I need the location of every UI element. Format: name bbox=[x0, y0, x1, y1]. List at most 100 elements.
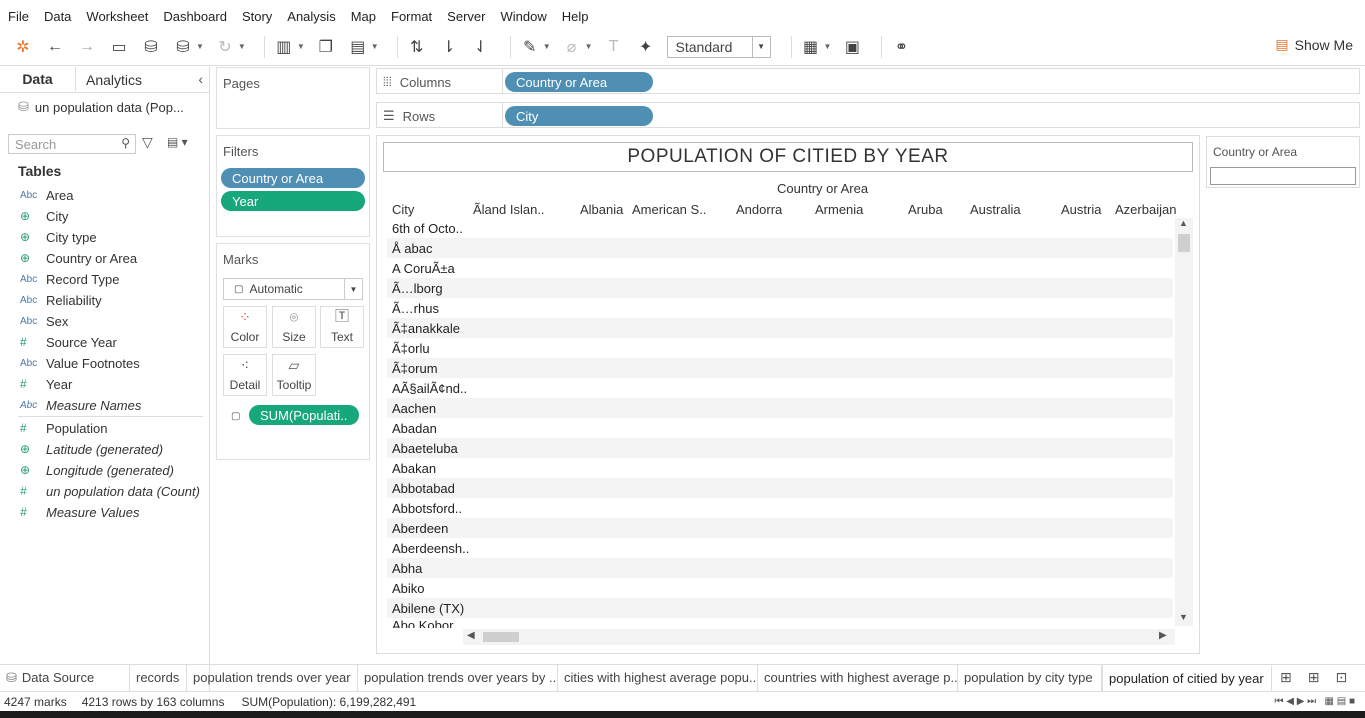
field-item[interactable]: Abc Measure Names bbox=[20, 395, 141, 415]
table-row[interactable]: Abo Kobor bbox=[387, 618, 1173, 628]
table-row[interactable]: Abiko bbox=[387, 578, 1173, 598]
filter-pill-country[interactable]: Country or Area bbox=[221, 168, 365, 188]
field-item[interactable]: ⊕ Longitude (generated) bbox=[20, 460, 174, 480]
menu-item-analysis[interactable]: Analysis bbox=[287, 9, 335, 24]
redo-icon[interactable]: → bbox=[76, 36, 98, 58]
field-item[interactable]: # Source Year bbox=[20, 332, 117, 352]
column-header[interactable]: Australia bbox=[970, 202, 1021, 217]
column-header[interactable]: Ãland Islan.. bbox=[473, 202, 545, 217]
menu-item-dashboard[interactable]: Dashboard bbox=[163, 9, 227, 24]
column-header[interactable]: Aruba bbox=[908, 202, 943, 217]
mark-type-select[interactable]: ▢ Automatic ▼ bbox=[223, 278, 363, 300]
sheet-nav-icons[interactable]: ⏮ ◀ ▶ ⏭ ▦ ▤ ■ bbox=[1274, 696, 1355, 707]
menu-item-file[interactable]: File bbox=[8, 9, 29, 24]
table-row[interactable]: Abbotabad bbox=[387, 478, 1173, 498]
field-item[interactable]: ⊕ City bbox=[20, 206, 68, 226]
columns-shelf[interactable]: ⦙⦙⦙ Columns Country or Area bbox=[376, 68, 1360, 94]
new-story-icon[interactable]: ⊡ bbox=[1335, 669, 1347, 686]
column-header[interactable]: Albania bbox=[580, 202, 623, 217]
tooltip-button[interactable]: ▱ Tooltip bbox=[272, 354, 316, 396]
country-filter-input[interactable] bbox=[1210, 167, 1356, 185]
menu-item-format[interactable]: Format bbox=[391, 9, 432, 24]
rows-shelf[interactable]: ☰ Rows City bbox=[376, 102, 1360, 128]
undo-icon[interactable]: ← bbox=[44, 36, 66, 58]
filter-pill-year[interactable]: Year bbox=[221, 191, 365, 211]
new-datasource-icon[interactable]: ⛁ bbox=[140, 36, 162, 58]
table-row[interactable]: Ã‡orlu bbox=[387, 338, 1173, 358]
size-button[interactable]: ⌾ Size bbox=[272, 306, 316, 348]
tab-population-of-citied[interactable]: population of citied by year bbox=[1102, 664, 1272, 691]
duplicate-sheet-icon[interactable]: ❐ bbox=[315, 36, 337, 58]
table-row[interactable]: Ã‡anakkale bbox=[387, 318, 1173, 338]
refresh-icon[interactable]: ↻ bbox=[214, 36, 236, 58]
menu-item-worksheet[interactable]: Worksheet bbox=[86, 9, 148, 24]
filter-icon[interactable]: ▽ bbox=[142, 134, 153, 151]
tab-data[interactable]: Data bbox=[0, 67, 76, 92]
color-button[interactable]: ⁘ Color bbox=[223, 306, 267, 348]
tab-population-trends-by[interactable]: population trends over years by ... bbox=[358, 664, 558, 691]
scroll-left-icon[interactable]: ◀ bbox=[467, 630, 475, 641]
fit-select[interactable]: Standard ▼ bbox=[666, 35, 771, 58]
column-header[interactable]: Armenia bbox=[815, 202, 863, 217]
new-worksheet-icon[interactable]: ▥ bbox=[273, 36, 295, 58]
search-input[interactable]: Search ⚲ bbox=[8, 134, 136, 154]
save-icon[interactable]: ▭ bbox=[108, 36, 130, 58]
collapse-icon[interactable]: ‹ bbox=[198, 71, 203, 87]
scroll-right-icon[interactable]: ▶ bbox=[1159, 630, 1167, 641]
clear-sheet-icon[interactable]: ▤ bbox=[347, 36, 369, 58]
vertical-scrollbar[interactable]: ▲ ▼ bbox=[1175, 218, 1193, 626]
fix-axes-icon[interactable]: ✦ bbox=[635, 36, 657, 58]
field-item[interactable]: # Measure Values bbox=[20, 502, 139, 522]
table-row[interactable]: Abadan bbox=[387, 418, 1173, 438]
tab-data-source[interactable]: ⛁ Data Source bbox=[0, 664, 130, 691]
column-header[interactable]: Azerbaijan bbox=[1115, 202, 1176, 217]
menu-item-map[interactable]: Map bbox=[351, 9, 376, 24]
view-options-icon[interactable]: ▤ ▾ bbox=[167, 135, 188, 149]
menu-item-story[interactable]: Story bbox=[242, 9, 272, 24]
field-item[interactable]: Abc Record Type bbox=[20, 269, 119, 289]
field-item[interactable]: Abc Area bbox=[20, 185, 73, 205]
filters-card[interactable]: Filters Country or Area Year bbox=[216, 135, 370, 237]
table-row[interactable]: Aberdeen bbox=[387, 518, 1173, 538]
table-row[interactable]: Abilene (TX) bbox=[387, 598, 1173, 618]
new-worksheet-icon[interactable]: ⊞ bbox=[1280, 669, 1292, 686]
datasource-item[interactable]: ⛁ un population data (Pop... bbox=[0, 93, 209, 121]
text-button[interactable]: 🅃 Text bbox=[320, 306, 364, 348]
tab-records[interactable]: records bbox=[130, 664, 187, 691]
table-row[interactable]: AÃ§ailÃ¢nd.. bbox=[387, 378, 1173, 398]
field-item[interactable]: Abc Reliability bbox=[20, 290, 102, 310]
field-item[interactable]: Abc Value Footnotes bbox=[20, 353, 140, 373]
share-icon[interactable]: ⚭ bbox=[890, 36, 912, 58]
field-item[interactable]: ⊕ Country or Area bbox=[20, 248, 137, 268]
table-row[interactable]: Å abac bbox=[387, 238, 1173, 258]
column-header[interactable]: Andorra bbox=[736, 202, 782, 217]
table-row[interactable]: Ã‡orum bbox=[387, 358, 1173, 378]
field-item[interactable]: ⊕ City type bbox=[20, 227, 97, 247]
menu-item-help[interactable]: Help bbox=[562, 9, 589, 24]
table-row[interactable]: Aachen bbox=[387, 398, 1173, 418]
presentation-mode-icon[interactable]: ▣ bbox=[841, 36, 863, 58]
marks-pill-sum-population[interactable]: SUM(Populati.. bbox=[249, 405, 359, 425]
field-item[interactable]: # Year bbox=[20, 374, 72, 394]
pages-card[interactable]: Pages bbox=[216, 67, 370, 129]
show-cards-icon[interactable]: ▦ bbox=[800, 36, 822, 58]
tab-analytics[interactable]: Analytics bbox=[76, 67, 152, 92]
sort-descending-icon[interactable]: ⇃ bbox=[470, 36, 492, 58]
table-row[interactable]: 6th of Octo.. bbox=[387, 218, 1173, 238]
table-row[interactable]: Abha bbox=[387, 558, 1173, 578]
field-item[interactable]: # un population data (Count) bbox=[20, 481, 200, 501]
pause-updates-icon[interactable]: ⛁ bbox=[172, 36, 194, 58]
row-header-city[interactable]: City bbox=[392, 202, 414, 217]
menu-item-window[interactable]: Window bbox=[500, 9, 546, 24]
column-header[interactable]: Austria bbox=[1061, 202, 1101, 217]
tableau-logo-icon[interactable]: ✲ bbox=[12, 36, 34, 58]
scroll-down-icon[interactable]: ▼ bbox=[1179, 612, 1188, 622]
table-row[interactable]: Abbotsford.. bbox=[387, 498, 1173, 518]
field-item[interactable]: Abc Sex bbox=[20, 311, 68, 331]
highlight-icon[interactable]: ✎ bbox=[519, 36, 541, 58]
menu-item-server[interactable]: Server bbox=[447, 9, 485, 24]
table-row[interactable]: A CoruÃ±a bbox=[387, 258, 1173, 278]
tab-cities-highest-avg[interactable]: cities with highest average popu... bbox=[558, 664, 758, 691]
vertical-scroll-thumb[interactable] bbox=[1178, 234, 1190, 252]
sort-ascending-icon[interactable]: ⇂ bbox=[438, 36, 460, 58]
